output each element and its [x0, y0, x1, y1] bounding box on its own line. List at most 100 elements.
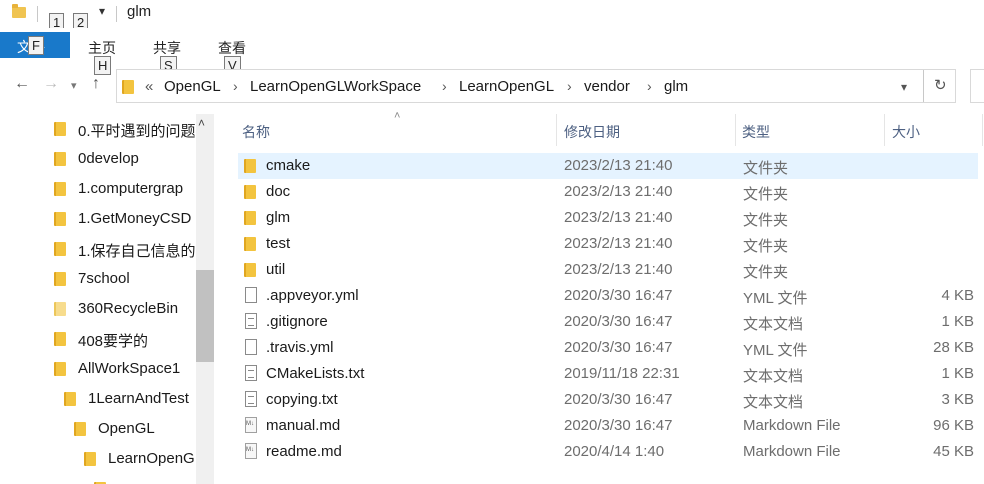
file-size: 1 KB	[941, 313, 974, 330]
folder-icon	[54, 332, 66, 346]
file-date: 2023/2/13 21:40	[564, 261, 673, 278]
tab-home[interactable]: 主页	[88, 38, 116, 58]
column-divider[interactable]	[556, 114, 557, 146]
text-file-icon	[245, 365, 257, 381]
markdown-file-icon	[245, 417, 257, 433]
folder-icon	[54, 272, 66, 286]
breadcrumb-chevron-icon[interactable]: ›	[647, 78, 652, 94]
table-row[interactable]: glm 2023/2/13 21:40 文件夹	[238, 205, 978, 231]
address-bar[interactable]: « OpenGL › LearnOpenGLWorkSpace › LearnO…	[116, 69, 956, 103]
breadcrumb-chevron-icon[interactable]: ›	[442, 78, 447, 94]
breadcrumb-chevron-icon[interactable]: ›	[233, 78, 238, 94]
tab-share[interactable]: 共享	[153, 38, 181, 58]
back-arrow-icon[interactable]: ←	[14, 75, 30, 93]
column-header-size[interactable]: 大小	[892, 122, 920, 142]
file-name: .travis.yml	[266, 339, 334, 356]
table-row[interactable]: util 2023/2/13 21:40 文件夹	[238, 257, 978, 283]
file-type: YML 文件	[743, 290, 808, 307]
folder-icon	[122, 80, 134, 94]
nav-item-label: 0develop	[78, 150, 139, 167]
file-date: 2019/11/18 22:31	[564, 365, 680, 382]
table-row[interactable]: copying.txt 2020/3/30 16:47 文本文档 3 KB	[238, 387, 978, 413]
nav-item-label: 1.GetMoneyCSD	[78, 210, 192, 227]
table-row[interactable]: .gitignore 2020/3/30 16:47 文本文档 1 KB	[238, 309, 978, 335]
column-header-name[interactable]: 名称	[242, 122, 270, 142]
file-name: glm	[266, 209, 291, 226]
text-file-icon	[245, 313, 257, 329]
column-header-type[interactable]: 类型	[742, 122, 770, 142]
breadcrumb-opengl[interactable]: OpenGL	[164, 78, 221, 95]
table-row[interactable]: test 2023/2/13 21:40 文件夹	[238, 231, 978, 257]
folder-icon	[84, 452, 96, 466]
column-divider[interactable]	[884, 114, 885, 146]
file-type: 文件夹	[743, 160, 789, 177]
column-divider[interactable]	[982, 114, 983, 146]
file-date: 2020/3/30 16:47	[564, 287, 673, 304]
table-row[interactable]: .appveyor.yml 2020/3/30 16:47 YML 文件 4 K…	[238, 283, 978, 309]
breadcrumb-chevron-icon[interactable]: ›	[567, 78, 572, 94]
customize-quick-access-icon[interactable]: ▾	[99, 4, 105, 18]
file-type: 文件夹	[743, 264, 789, 281]
nav-item-label: 1.computergrap	[78, 180, 184, 197]
nav-item-label: LearnOpenG	[108, 450, 195, 467]
file-name: .gitignore	[266, 313, 328, 330]
column-divider[interactable]	[735, 114, 736, 146]
column-header-date[interactable]: 修改日期	[564, 122, 620, 142]
table-row[interactable]: readme.md 2020/4/14 1:40 Markdown File 4…	[238, 439, 978, 465]
file-date: 2023/2/13 21:40	[564, 209, 673, 226]
breadcrumb-learnopenglworkspace[interactable]: LearnOpenGLWorkSpace	[250, 78, 421, 95]
file-name: cmake	[266, 157, 311, 174]
file-list: ˄ 名称 修改日期 类型 大小 cmake 2023/2/13 21:40 文件…	[230, 110, 984, 484]
table-row[interactable]: doc 2023/2/13 21:40 文件夹	[238, 179, 978, 205]
address-row: ← → ▾ ↑ « OpenGL › LearnOpenGLWorkSpace …	[0, 66, 984, 106]
breadcrumb-glm[interactable]: glm	[664, 78, 688, 95]
file-date: 2020/3/30 16:47	[564, 313, 673, 330]
folder-icon	[54, 212, 66, 226]
markdown-file-icon	[245, 443, 257, 459]
sort-indicator-icon: ˄	[394, 110, 401, 122]
file-name: test	[266, 235, 291, 252]
recent-locations-chevron-icon[interactable]: ▾	[71, 79, 77, 92]
nav-item-label: 1.保存自己信息的	[78, 243, 196, 260]
breadcrumb-learnopengl[interactable]: LearnOpenGL	[459, 78, 554, 95]
file-type: 文件夹	[743, 186, 789, 203]
address-dropdown-chevron-icon[interactable]: ▾	[901, 80, 907, 94]
file-size: 45 KB	[933, 443, 974, 460]
scrollbar-thumb[interactable]	[196, 270, 214, 362]
file-name: readme.md	[266, 443, 342, 460]
file-type: 文件夹	[743, 238, 789, 255]
folder-icon	[54, 152, 66, 166]
folder-icon[interactable]	[12, 4, 26, 18]
tab-view[interactable]: 查看	[218, 38, 246, 58]
file-date: 2020/4/14 1:40	[564, 443, 665, 460]
folder-icon	[244, 263, 256, 277]
forward-arrow-icon[interactable]: →	[43, 75, 59, 93]
nav-item-label: AllWorkSpace1	[78, 360, 181, 377]
breadcrumb-overflow[interactable]: «	[145, 78, 153, 95]
file-date: 2020/3/30 16:47	[564, 417, 673, 434]
file-name: .appveyor.yml	[266, 287, 359, 304]
file-type: Markdown File	[743, 417, 841, 434]
folder-icon	[244, 211, 256, 225]
file-icon	[245, 339, 257, 355]
nav-item-label: OpenGL	[98, 420, 155, 437]
file-name: copying.txt	[266, 391, 338, 408]
scroll-up-chevron-icon[interactable]: ˄	[198, 116, 205, 130]
file-icon	[245, 287, 257, 303]
breadcrumb-vendor[interactable]: vendor	[584, 78, 630, 95]
table-row[interactable]: manual.md 2020/3/30 16:47 Markdown File …	[238, 413, 978, 439]
table-row[interactable]: cmake 2023/2/13 21:40 文件夹	[238, 153, 978, 179]
title-bar: 1 2 ▾ glm	[0, 0, 984, 32]
file-keytip: F	[28, 36, 44, 55]
refresh-icon[interactable]: ↻	[934, 76, 947, 94]
file-type: 文本文档	[743, 394, 804, 411]
table-row[interactable]: CMakeLists.txt 2019/11/18 22:31 文本文档 1 K…	[238, 361, 978, 387]
folder-icon	[54, 182, 66, 196]
nav-scrollbar[interactable]: ˄	[196, 114, 214, 484]
folder-icon	[244, 159, 256, 173]
up-arrow-icon[interactable]: ↑	[92, 75, 100, 93]
folder-icon	[244, 237, 256, 251]
search-input[interactable]	[970, 69, 984, 103]
table-row[interactable]: .travis.yml 2020/3/30 16:47 YML 文件 28 KB	[238, 335, 978, 361]
folder-icon	[74, 422, 86, 436]
